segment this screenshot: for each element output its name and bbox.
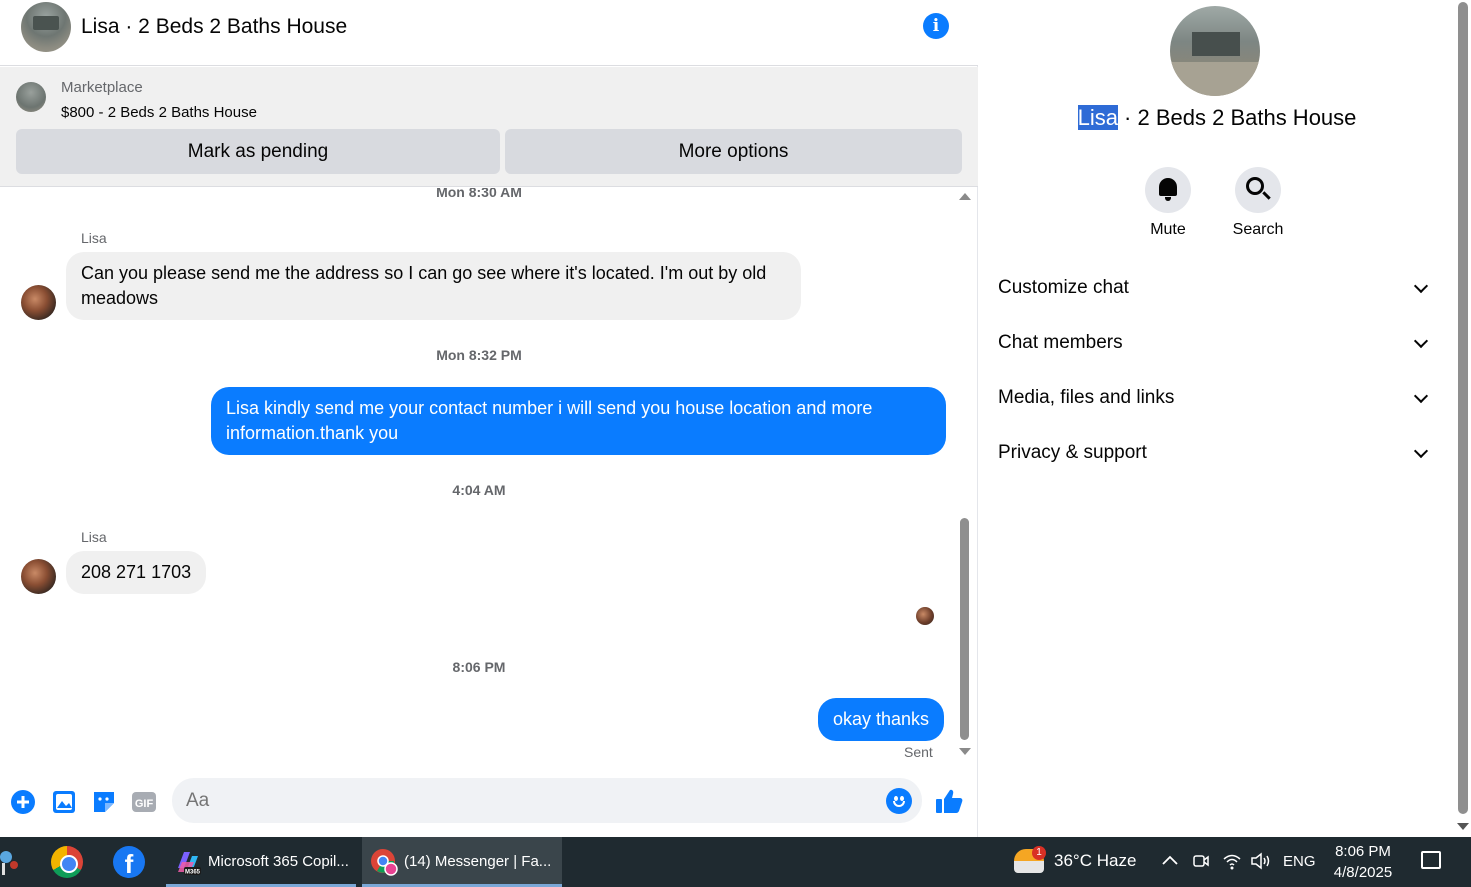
section-media-files-links[interactable]: Media, files and links [998,378,1434,418]
more-options-button[interactable]: More options [505,129,962,174]
timestamp: 4:04 AM [452,482,506,498]
mute-button[interactable] [1145,167,1191,213]
chevron-down-icon [1413,278,1429,294]
timestamp: Mon 8:30 AM [436,188,522,200]
scroll-up-arrow-icon[interactable] [959,193,971,200]
taskbar-app-label: (14) Messenger | Fa... [404,853,552,870]
message-input[interactable] [172,778,922,823]
page-scrollbar[interactable] [1455,0,1471,837]
search-button[interactable] [1235,167,1281,213]
seen-avatar-icon [916,607,934,625]
chat-column: Lisa · 2 Beds 2 Baths House i Marketplac… [0,0,978,837]
chat-title[interactable]: Lisa · 2 Beds 2 Baths House [81,15,347,39]
listing-photo[interactable] [1170,6,1260,96]
chevron-down-icon [1413,443,1429,459]
section-label: Privacy & support [998,442,1147,463]
delivery-status: Sent [904,744,933,760]
meet-now-icon[interactable] [1192,852,1210,870]
bell-icon [1159,178,1177,201]
listing-thumbnail[interactable] [16,82,46,112]
section-customize-chat[interactable]: Customize chat [998,268,1434,308]
page-scroll-thumb[interactable] [1458,2,1468,814]
chat-info-panel: Lisa · 2 Beds 2 Baths House Mute Search … [979,0,1455,837]
sender-name: Lisa [81,529,107,545]
message-list: Mon 8:30 AM Lisa Can you please send me … [0,188,978,766]
wifi-icon[interactable] [1222,852,1242,870]
chevron-up-icon[interactable] [1161,853,1179,867]
input-language[interactable]: ENG [1283,853,1316,870]
incoming-message[interactable]: Can you please send me the address so I … [66,252,801,320]
section-privacy-support[interactable]: Privacy & support [998,433,1434,473]
section-label: Chat members [998,332,1123,353]
marketplace-label: Marketplace [61,79,143,96]
search-action[interactable]: Search [1218,167,1298,239]
facebook-icon[interactable]: f [113,846,145,879]
mute-action[interactable]: Mute [1128,167,1208,239]
gif-icon[interactable]: GIF [131,789,157,815]
windows-taskbar: f M365 Microsoft 365 Copil... (14) Messe… [0,837,1471,887]
emoji-icon[interactable] [886,788,912,814]
outgoing-message[interactable]: okay thanks [818,698,945,741]
gif-label: GIF [135,798,154,810]
panel-title: Lisa · 2 Beds 2 Baths House [979,105,1455,131]
composer: GIF [0,766,978,837]
weather-alert-badge: 1 [1032,846,1046,860]
pinned-app-icon[interactable] [0,847,22,877]
search-icon [1246,177,1264,195]
chevron-down-icon [1413,333,1429,349]
copilot-badge: M365 [185,870,201,876]
section-chat-members[interactable]: Chat members [998,323,1434,363]
chevron-down-icon [1413,388,1429,404]
m365-copilot-icon: M365 [178,852,201,876]
notification-center-icon[interactable] [1421,851,1441,869]
marketplace-bar: Marketplace $800 - 2 Beds 2 Baths House … [0,67,978,187]
scroll-thumb[interactable] [960,518,969,740]
timestamp: Mon 8:32 PM [436,347,522,363]
outgoing-message[interactable]: Lisa kindly send me your contact number … [211,387,946,455]
mute-label: Mute [1150,221,1186,238]
chat-header: Lisa · 2 Beds 2 Baths House i [0,0,978,66]
sender-name: Lisa [81,230,107,246]
clock-time: 8:06 PM [1335,843,1391,860]
taskbar-app-copilot[interactable]: M365 Microsoft 365 Copil... [166,837,356,887]
lisa-avatar[interactable] [21,559,56,594]
selected-name-text[interactable]: Lisa [1077,105,1118,130]
taskbar-app-messenger[interactable]: (14) Messenger | Fa... [362,837,562,887]
message-scrollbar[interactable] [958,188,972,766]
listing-avatar[interactable] [21,2,71,52]
thumbs-up-icon[interactable] [935,787,963,815]
scroll-down-arrow-icon[interactable] [1457,823,1469,830]
photo-gallery-icon[interactable] [51,789,77,815]
chrome-profile-icon [371,849,398,876]
incoming-message[interactable]: 208 271 1703 [66,551,207,594]
weather-text[interactable]: 36°C Haze [1054,851,1136,871]
scroll-down-arrow-icon[interactable] [959,748,971,755]
system-clock[interactable]: 8:06 PM 4/8/2025 [1318,841,1408,883]
chrome-icon[interactable] [51,846,83,878]
section-label: Media, files and links [998,387,1175,408]
clock-date: 4/8/2025 [1333,864,1393,881]
panel-title-rest: · 2 Beds 2 Baths House [1117,105,1357,130]
volume-icon[interactable] [1250,852,1272,870]
listing-price-title[interactable]: $800 - 2 Beds 2 Baths House [61,104,257,121]
section-label: Customize chat [998,277,1129,298]
info-icon[interactable]: i [923,13,949,39]
lisa-avatar[interactable] [21,285,56,320]
taskbar-app-label: Microsoft 365 Copil... [208,853,349,870]
search-label: Search [1232,221,1284,238]
timestamp: 8:06 PM [452,659,506,675]
sticker-icon[interactable] [91,789,117,815]
plus-circle-icon[interactable] [10,789,36,815]
mark-as-pending-button[interactable]: Mark as pending [16,129,500,174]
messenger-window: Lisa · 2 Beds 2 Baths House i Marketplac… [0,0,1471,837]
